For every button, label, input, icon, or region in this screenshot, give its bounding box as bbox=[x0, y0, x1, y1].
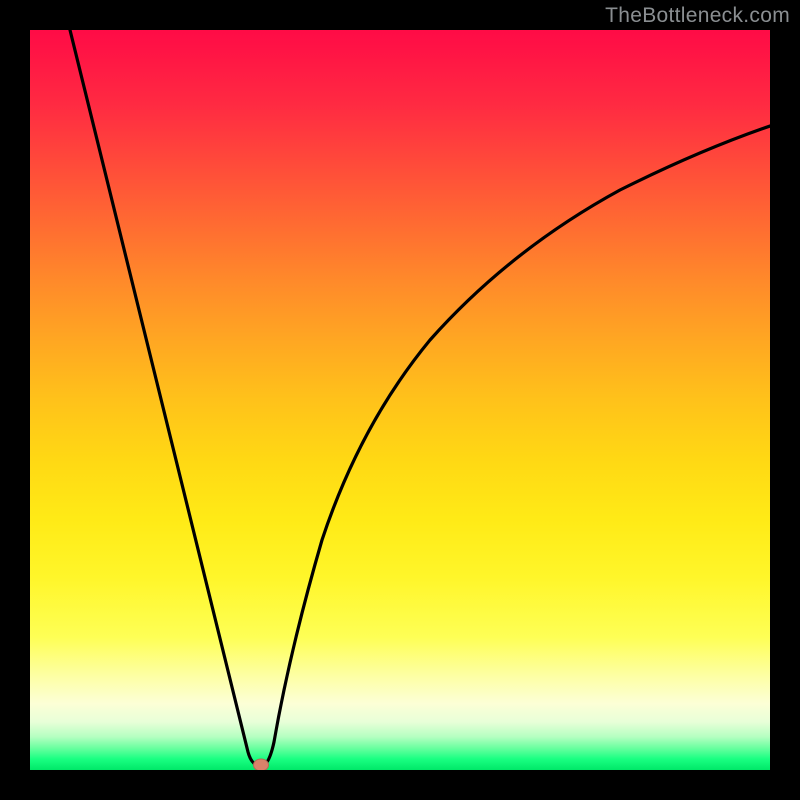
curve-right-branch bbox=[262, 126, 770, 766]
chart-frame: TheBottleneck.com bbox=[0, 0, 800, 800]
minimum-marker bbox=[254, 759, 269, 770]
plot-area bbox=[30, 30, 770, 770]
curve-layer bbox=[30, 30, 770, 770]
curve-left-branch bbox=[70, 30, 257, 765]
watermark-text: TheBottleneck.com bbox=[605, 4, 790, 28]
